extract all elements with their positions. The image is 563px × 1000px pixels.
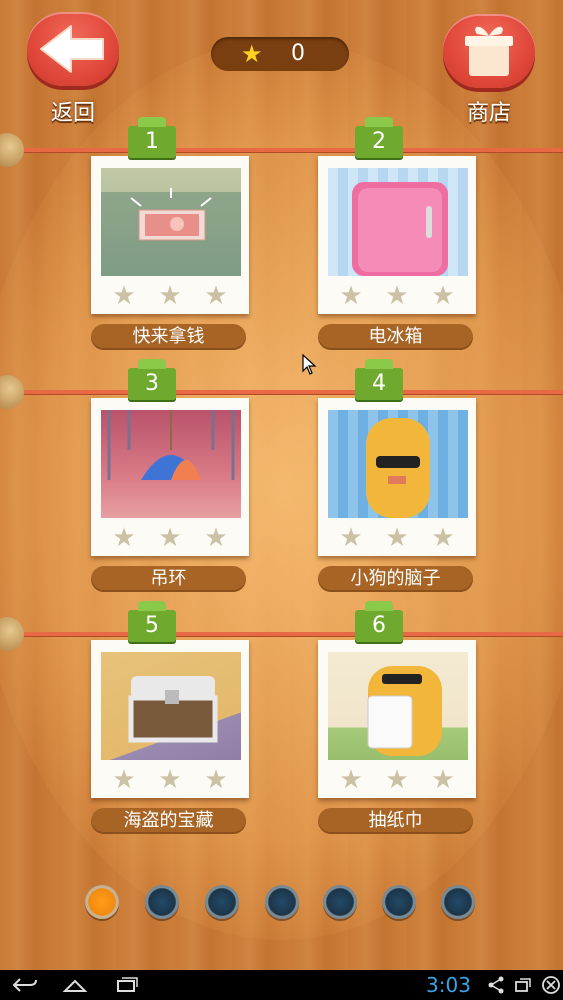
- level-3-image: [101, 410, 241, 518]
- level-number: 3: [128, 359, 176, 400]
- game-background: 返回 ★ 0 商店 ★ ★ ★ 1 快来拿钱 ★ ★ ★ 2 电冰箱 ★ ★ ★…: [0, 0, 563, 970]
- page-dot-2[interactable]: [145, 885, 179, 919]
- page-dot-3[interactable]: [205, 885, 239, 919]
- level-stars: ★ ★ ★: [328, 524, 468, 552]
- star-icon: ★: [339, 523, 363, 553]
- gift-icon: [465, 26, 513, 76]
- star-count: 0: [291, 41, 305, 66]
- nav-home-icon[interactable]: [62, 976, 88, 994]
- window-icon[interactable]: [514, 976, 532, 994]
- page-dot-6[interactable]: [382, 885, 416, 919]
- level-name: 海盗的宝藏: [91, 808, 246, 834]
- level-name: 小狗的脑子: [318, 566, 473, 592]
- star-icon: ★: [431, 765, 455, 795]
- star-icon: ★: [385, 523, 409, 553]
- level-number: 2: [355, 117, 403, 158]
- level-stars: ★ ★ ★: [101, 524, 241, 552]
- star-icon: ★: [158, 765, 182, 795]
- rope: [0, 390, 563, 394]
- mouse-cursor-icon: [302, 354, 317, 375]
- star-icon: ★: [431, 523, 455, 553]
- level-4-image: [328, 410, 468, 518]
- level-stars: ★ ★ ★: [328, 766, 468, 794]
- level-photo: ★ ★ ★: [91, 398, 249, 556]
- rope: [0, 148, 563, 152]
- arrow-left-icon: [40, 25, 104, 73]
- level-name: 电冰箱: [318, 324, 473, 350]
- level-photo: ★ ★ ★: [318, 640, 476, 798]
- page-dot-1[interactable]: [85, 885, 119, 919]
- star-icon: ★: [158, 281, 182, 311]
- star-icon: ★: [241, 40, 263, 68]
- page-indicator: [85, 885, 485, 925]
- shop-label: 商店: [466, 101, 511, 126]
- level-number: 6: [355, 601, 403, 642]
- star-icon: ★: [112, 765, 136, 795]
- star-icon: ★: [204, 281, 228, 311]
- level-photo: ★ ★ ★: [91, 156, 249, 314]
- level-photo: ★ ★ ★: [318, 156, 476, 314]
- top-bar: 返回 ★ 0 商店: [0, 0, 563, 130]
- page-dot-5[interactable]: [323, 885, 357, 919]
- spotlight: [0, 40, 563, 940]
- system-nav-bar: 3:03: [0, 970, 563, 1000]
- level-stars: ★ ★ ★: [101, 766, 241, 794]
- level-name: 快来拿钱: [91, 324, 246, 350]
- star-icon: ★: [204, 523, 228, 553]
- back-label: 返回: [50, 101, 95, 126]
- level-name: 吊环: [91, 566, 246, 592]
- nav-recents-icon[interactable]: [114, 976, 140, 994]
- level-photo: ★ ★ ★: [318, 398, 476, 556]
- level-6-image: [328, 652, 468, 760]
- star-icon: ★: [339, 281, 363, 311]
- close-icon[interactable]: [541, 975, 561, 995]
- star-icon: ★: [431, 281, 455, 311]
- level-photo: ★ ★ ★: [91, 640, 249, 798]
- status-clock: 3:03: [426, 973, 471, 997]
- nav-back-icon[interactable]: [12, 976, 38, 994]
- star-icon: ★: [339, 765, 363, 795]
- level-number: 5: [128, 601, 176, 642]
- shop-button[interactable]: [443, 14, 535, 88]
- rope: [0, 632, 563, 636]
- share-icon[interactable]: [487, 976, 505, 994]
- level-1-image: [101, 168, 241, 276]
- level-number: 4: [355, 359, 403, 400]
- level-5-image: [101, 652, 241, 760]
- level-name: 抽纸巾: [318, 808, 473, 834]
- level-stars: ★ ★ ★: [328, 282, 468, 310]
- level-number: 1: [128, 117, 176, 158]
- star-icon: ★: [112, 281, 136, 311]
- level-2-image: [328, 168, 468, 276]
- star-icon: ★: [204, 765, 228, 795]
- back-button[interactable]: [27, 12, 119, 86]
- rope-anchor: [0, 133, 24, 167]
- star-icon: ★: [158, 523, 182, 553]
- star-counter: ★ 0: [211, 37, 349, 71]
- page-dot-4[interactable]: [265, 885, 299, 919]
- level-stars: ★ ★ ★: [101, 282, 241, 310]
- star-icon: ★: [385, 765, 409, 795]
- star-icon: ★: [112, 523, 136, 553]
- star-icon: ★: [385, 281, 409, 311]
- page-dot-7[interactable]: [441, 885, 475, 919]
